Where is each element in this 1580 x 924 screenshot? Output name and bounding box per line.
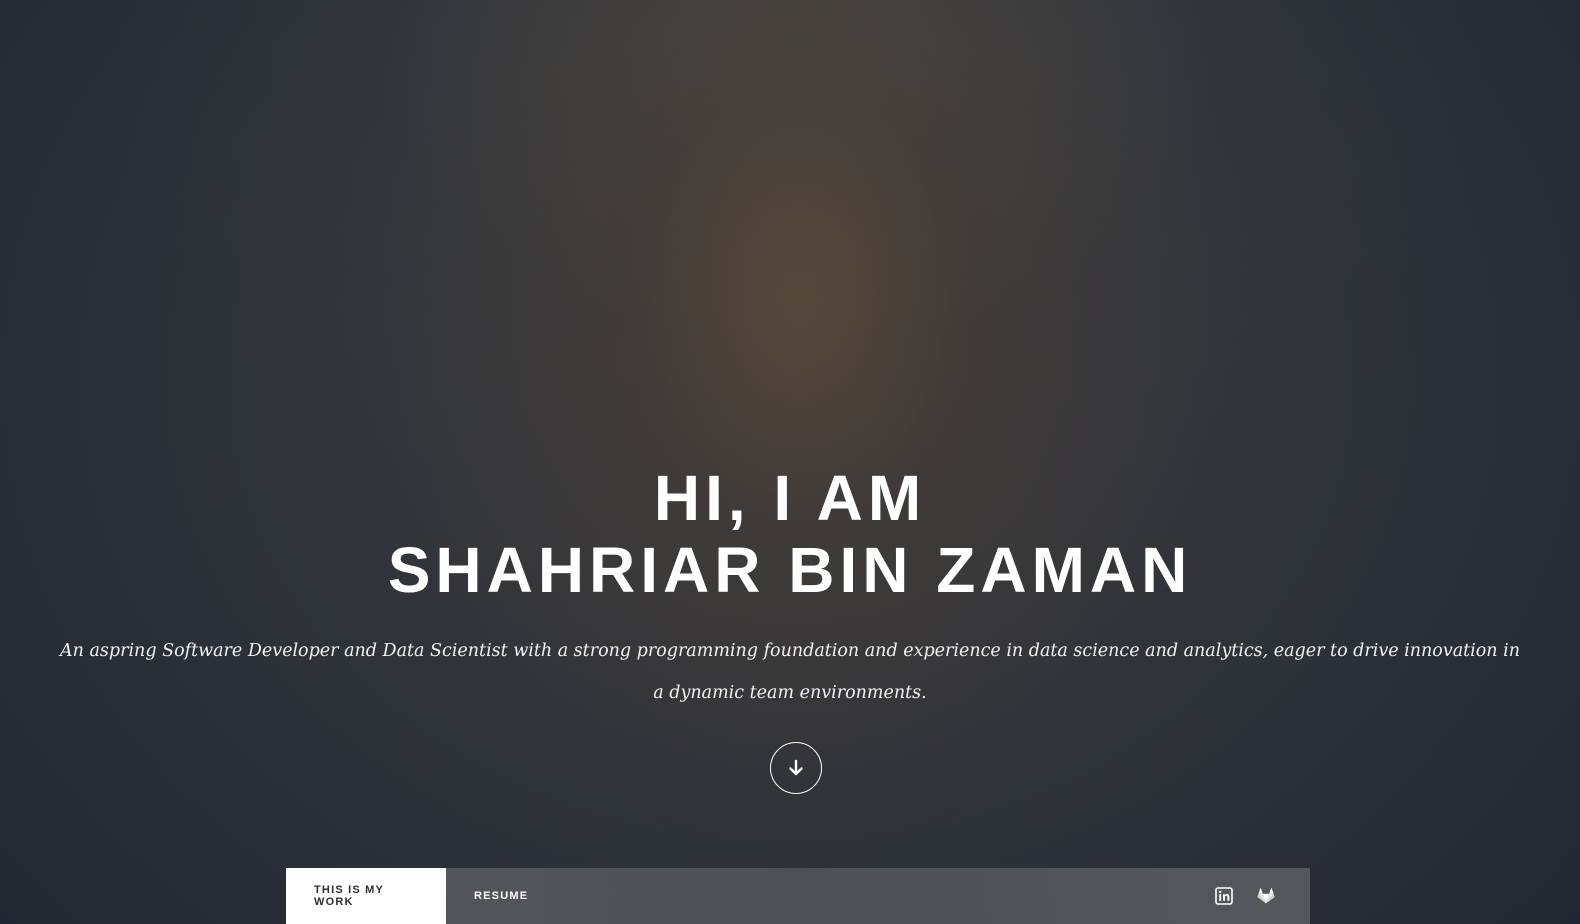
linkedin-icon bbox=[1215, 887, 1233, 905]
hero-section: HI, I AM SHAHRIAR BIN ZAMAN An aspring S… bbox=[0, 0, 1580, 924]
gitlab-link[interactable] bbox=[1256, 886, 1276, 906]
navbar-spacer bbox=[556, 868, 1214, 924]
social-links bbox=[1214, 868, 1310, 924]
headline-greeting: HI, I AM bbox=[653, 462, 927, 534]
tab-resume[interactable]: RESUME bbox=[446, 868, 556, 924]
arrow-down-icon bbox=[789, 759, 803, 776]
main-navbar: THIS IS MY WORK RESUME bbox=[286, 868, 1310, 924]
hero-headline: HI, I AM SHAHRIAR BIN ZAMAN bbox=[0, 462, 1580, 606]
tab-this-is-my-work[interactable]: THIS IS MY WORK bbox=[286, 868, 446, 924]
gitlab-icon bbox=[1257, 887, 1275, 904]
scroll-down-button[interactable] bbox=[770, 742, 822, 794]
headline-name: SHAHRIAR BIN ZAMAN bbox=[387, 534, 1193, 606]
linkedin-link[interactable] bbox=[1214, 886, 1234, 906]
hero-tagline: An aspring Software Developer and Data S… bbox=[60, 641, 1521, 703]
